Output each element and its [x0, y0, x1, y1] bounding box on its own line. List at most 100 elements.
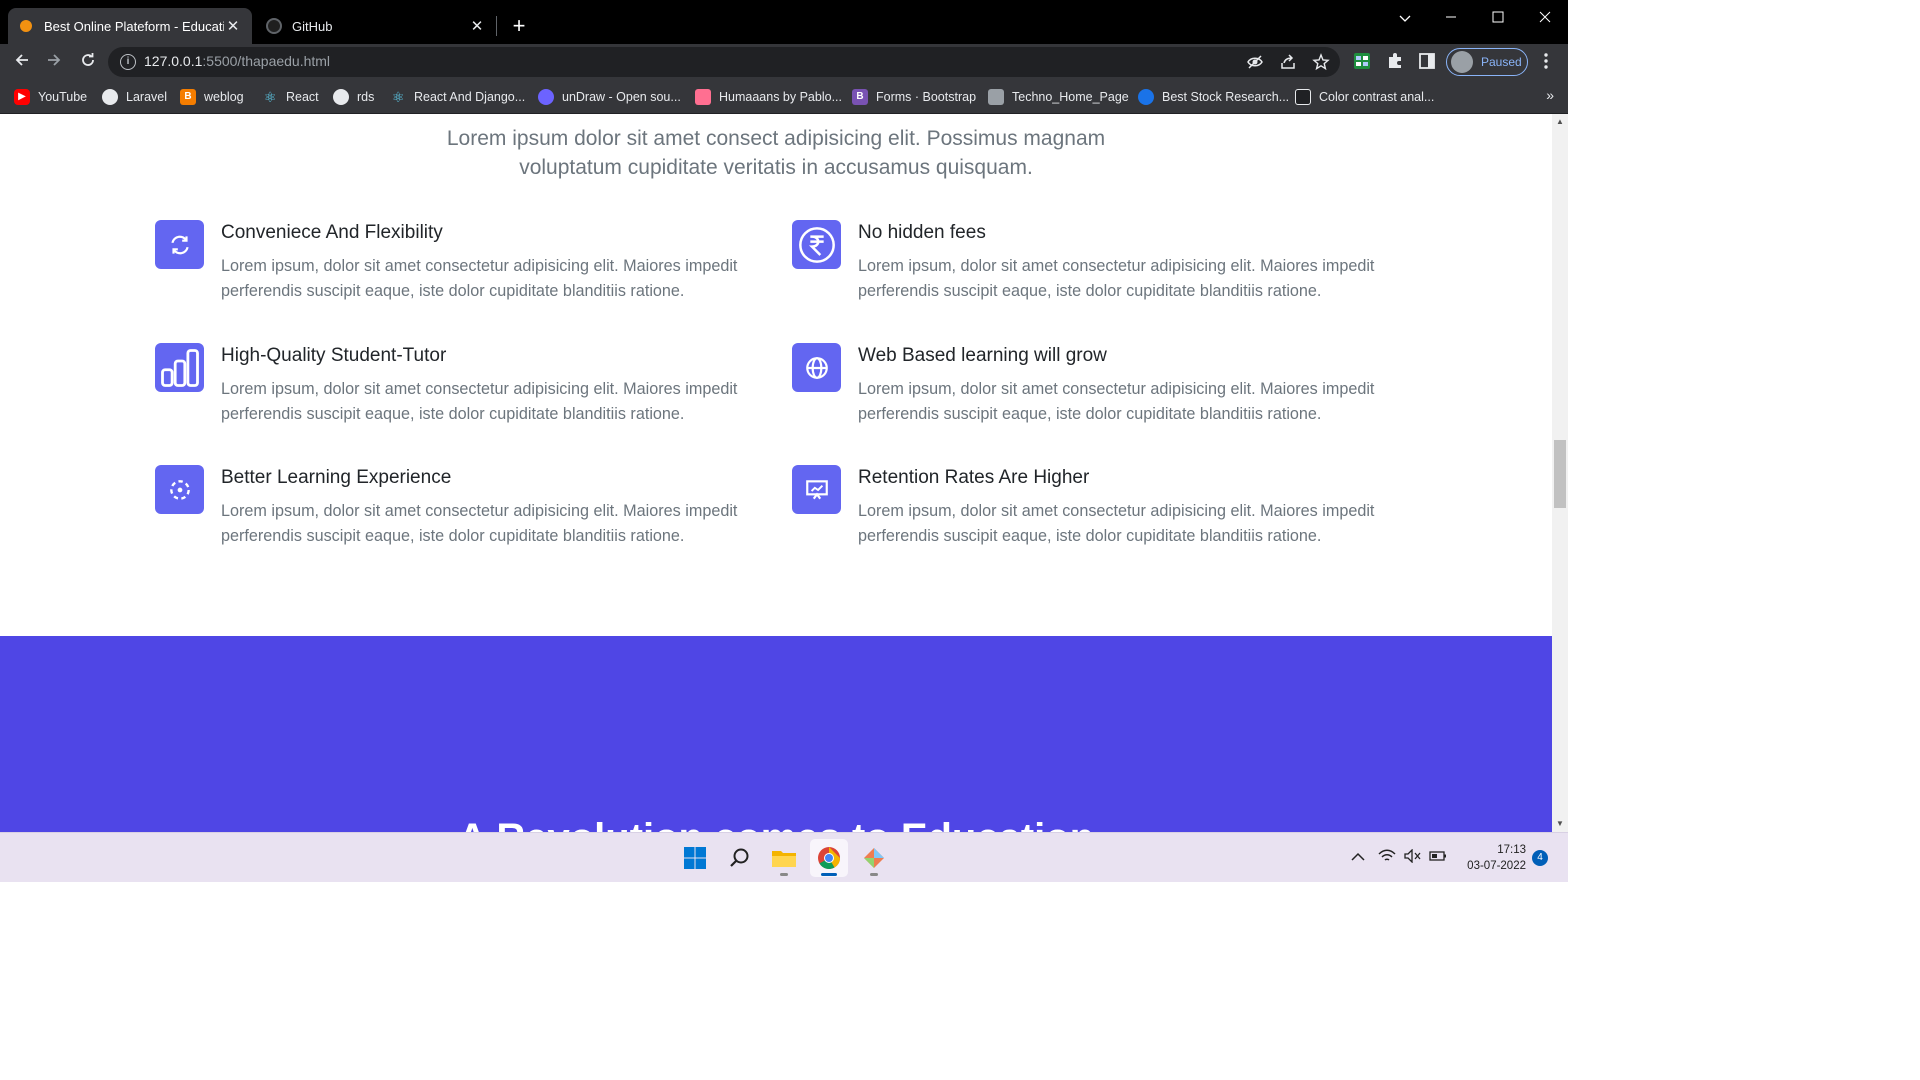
volume-muted-icon[interactable] — [1404, 848, 1422, 866]
extensions-puzzle-icon[interactable] — [1385, 52, 1405, 72]
feature-description: Lorem ipsum, dolor sit amet consectetur … — [221, 257, 738, 300]
notification-badge[interactable]: 4 — [1532, 850, 1548, 866]
share-icon[interactable] — [1278, 53, 1298, 73]
presentation-chart-icon — [792, 465, 841, 514]
new-tab-button[interactable]: + — [508, 12, 530, 40]
scroll-down-icon[interactable]: ▼ — [1552, 816, 1568, 832]
feature-description: Lorem ipsum, dolor sit amet consectetur … — [221, 380, 738, 423]
bookmark-laravel[interactable]: Laravel — [102, 87, 167, 107]
maximize-button[interactable] — [1475, 6, 1521, 30]
maximize-icon — [1492, 11, 1504, 23]
url-text[interactable]: 127.0.0.1:5500/thapaedu.html — [144, 53, 330, 69]
profile-button[interactable]: Paused — [1446, 48, 1528, 76]
scroll-up-icon[interactable]: ▲ — [1552, 114, 1568, 130]
address-bar[interactable]: i 127.0.0.1:5500/thapaedu.html — [108, 47, 1340, 77]
banner-title: A Revolution comes to Education — [0, 816, 1552, 832]
cta-banner: A Revolution comes to Education — [0, 636, 1552, 832]
arrow-right-icon — [48, 54, 61, 66]
react-icon: ⚛ — [263, 89, 277, 105]
bookmark-bootstrap[interactable]: B Forms · Bootstrap — [852, 87, 976, 107]
feature-title: Better Learning Experience — [221, 467, 452, 488]
search-icon — [730, 848, 749, 867]
windows-icon — [684, 847, 706, 869]
feature-description: Lorem ipsum, dolor sit amet consectetur … — [858, 502, 1375, 545]
reload-button[interactable] — [76, 50, 100, 74]
site-info-icon[interactable]: i — [120, 54, 136, 70]
globe-icon — [333, 89, 349, 105]
system-clock[interactable]: 17:13 03-07-2022 — [1456, 842, 1526, 874]
bookmark-weblog[interactable]: B weblog — [180, 87, 244, 107]
arrow-left-icon — [15, 54, 28, 66]
file-explorer-button[interactable] — [765, 839, 803, 877]
back-button[interactable] — [10, 50, 34, 74]
chevron-down-icon — [1399, 15, 1411, 22]
tab-github[interactable]: GitHub ✕ — [256, 8, 496, 44]
bookmark-contrast[interactable]: Color contrast anal... — [1295, 87, 1434, 107]
tab-education[interactable]: Best Online Plateform - Education ✕ — [8, 8, 252, 44]
blogger-icon: B — [180, 89, 196, 105]
forward-button[interactable] — [42, 50, 66, 74]
app-taskbar-button[interactable] — [855, 839, 893, 877]
chrome-taskbar-button[interactable] — [810, 839, 848, 877]
star-icon[interactable] — [1311, 53, 1331, 73]
bookmarks-overflow-icon[interactable]: » — [1546, 87, 1554, 103]
chrome-icon — [818, 847, 840, 869]
tab-title: Best Online Plateform - Education — [44, 18, 224, 34]
minimize-button[interactable] — [1428, 6, 1474, 30]
bookmark-stock[interactable]: Best Stock Research... — [1138, 87, 1289, 107]
eye-off-icon[interactable] — [1245, 53, 1265, 73]
bookmarks-bar: ▶ YouTube Laravel B weblog ⚛ React rds ⚛… — [0, 80, 1568, 114]
avatar — [1451, 51, 1473, 73]
folder-icon — [772, 851, 796, 867]
bookmark-rds[interactable]: rds — [333, 87, 374, 107]
page-scrollbar[interactable]: ▲ ▼ — [1552, 114, 1568, 832]
bar-chart-icon — [155, 343, 204, 392]
search-button[interactable] — [721, 839, 759, 877]
extension-sheets-icon[interactable] — [1352, 52, 1372, 72]
github-icon — [266, 18, 282, 34]
bookmark-undraw[interactable]: unDraw - Open sou... — [538, 87, 681, 107]
tab-search-button[interactable] — [1382, 6, 1428, 30]
scrollbar-thumb[interactable] — [1554, 440, 1566, 508]
globe-icon — [102, 89, 118, 105]
close-icon[interactable]: ✕ — [224, 17, 242, 35]
browser-tab-bar: Best Online Plateform - Education ✕ GitH… — [0, 0, 1568, 44]
close-window-button[interactable] — [1522, 6, 1568, 30]
kebab-menu-icon[interactable] — [1536, 52, 1556, 72]
feature-title: Retention Rates Are Higher — [858, 467, 1090, 488]
bookmark-techno[interactable]: Techno_Home_Page — [988, 87, 1129, 107]
minimize-icon — [1446, 16, 1456, 18]
bookmark-react-django[interactable]: ⚛ React And Django... — [390, 87, 525, 107]
side-panel-icon[interactable] — [1417, 52, 1437, 72]
battery-icon[interactable] — [1429, 849, 1447, 866]
windows-taskbar: 17:13 03-07-2022 4 — [0, 832, 1568, 882]
techno-icon — [988, 89, 1004, 105]
close-icon — [1539, 11, 1551, 23]
bookmark-react[interactable]: ⚛ React — [262, 87, 319, 107]
site-favicon-icon — [18, 18, 34, 34]
feature-title: Web Based learning will grow — [858, 345, 1107, 366]
rupee-icon — [792, 220, 841, 269]
start-button[interactable] — [676, 839, 714, 877]
contrast-icon — [1295, 89, 1311, 105]
refresh-icon — [155, 220, 204, 269]
chevron-up-icon[interactable] — [1351, 849, 1365, 865]
humaaans-icon — [695, 89, 711, 105]
section-intro: Lorem ipsum dolor sit amet consect adipi… — [446, 127, 1106, 179]
feature-item: High-Quality Student-Tutor Lorem ipsum, … — [155, 343, 755, 443]
youtube-icon: ▶ — [14, 89, 30, 105]
bookmark-humaaans[interactable]: Humaaans by Pablo... — [695, 87, 842, 107]
feature-description: Lorem ipsum, dolor sit amet consectetur … — [858, 380, 1375, 423]
globe-icon — [792, 343, 841, 392]
bookmark-youtube[interactable]: ▶ YouTube — [14, 87, 87, 107]
wifi-icon[interactable] — [1378, 849, 1396, 866]
close-icon[interactable]: ✕ — [468, 17, 486, 35]
feature-description: Lorem ipsum, dolor sit amet consectetur … — [858, 257, 1375, 300]
browser-toolbar: i 127.0.0.1:5500/thapaedu.html Paused — [0, 44, 1568, 80]
feature-item: No hidden fees Lorem ipsum, dolor sit am… — [792, 220, 1392, 320]
feature-item: Web Based learning will grow Lorem ipsum… — [792, 343, 1392, 443]
bootstrap-icon: B — [852, 89, 868, 105]
feature-item: Retention Rates Are Higher Lorem ipsum, … — [792, 465, 1392, 565]
reload-icon — [82, 53, 94, 66]
react-icon: ⚛ — [391, 89, 405, 105]
